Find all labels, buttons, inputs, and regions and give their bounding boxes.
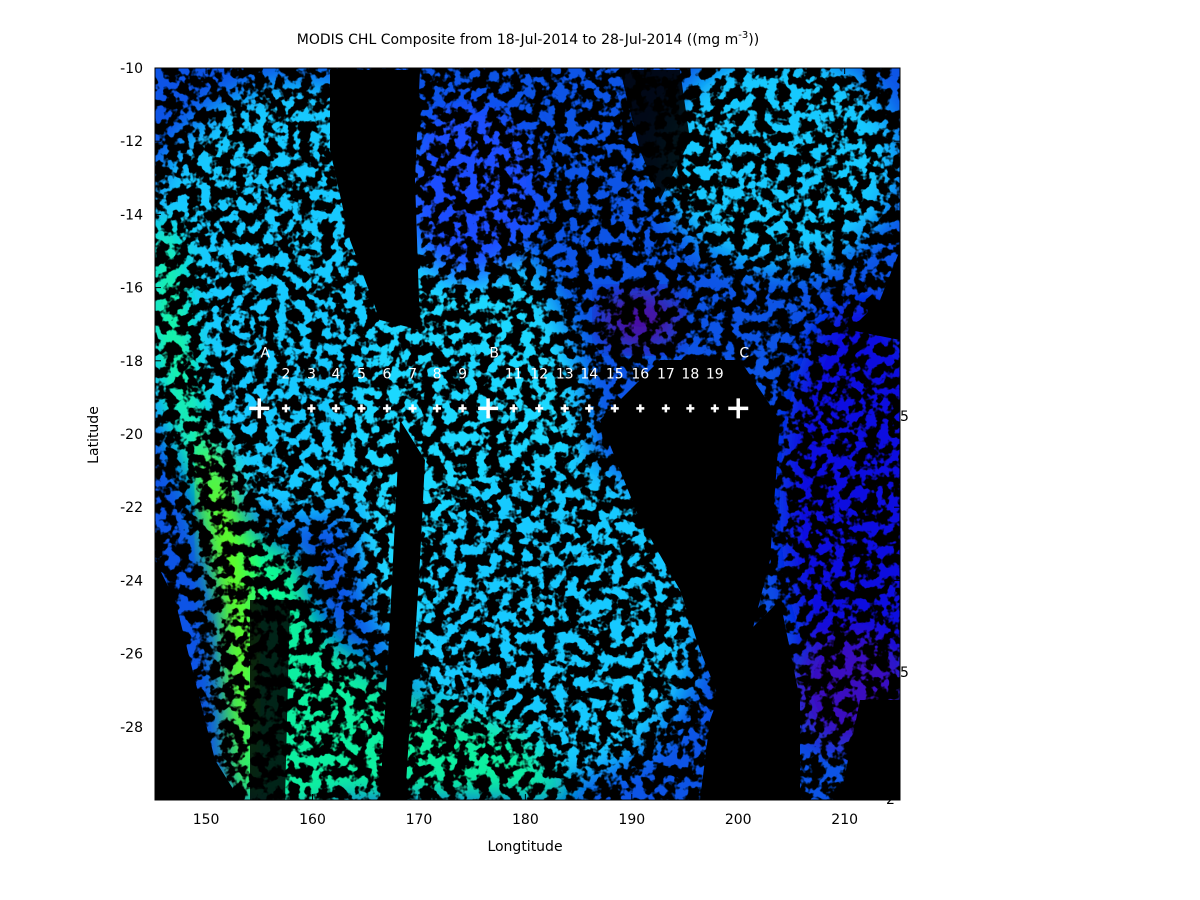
- station-label: 3: [307, 366, 316, 382]
- x-tick-label: 170: [406, 812, 433, 828]
- station-label: 18: [681, 366, 699, 382]
- y-tick-label: -28: [120, 720, 143, 736]
- station-label: 11: [505, 366, 523, 382]
- y-tick-label: -12: [120, 134, 143, 150]
- y-tick-label: -10: [120, 61, 143, 77]
- y-tick-label: -24: [120, 573, 143, 589]
- station-label: 14: [580, 366, 598, 382]
- chl-composite-figure: MODIS CHL Composite from 18-Jul-2014 to …: [86, 30, 909, 855]
- station-label: 5: [357, 366, 366, 382]
- y-tick-label: -14: [120, 207, 143, 223]
- station-label: 7: [408, 366, 417, 382]
- station-label: 6: [383, 366, 392, 382]
- station-label: 16: [631, 366, 649, 382]
- x-tick-label: 200: [725, 812, 752, 828]
- y-tick-label: -20: [120, 427, 143, 443]
- station-label: 19: [706, 366, 724, 382]
- colorbar-label: 2: [886, 792, 895, 808]
- station-label: 4: [331, 366, 340, 382]
- y-tick-label: -26: [120, 647, 143, 663]
- station-label: 15: [606, 366, 624, 382]
- x-tick-label: 160: [299, 812, 326, 828]
- major-station-label: A: [261, 345, 271, 361]
- chart-title: MODIS CHL Composite from 18-Jul-2014 to …: [297, 30, 759, 48]
- major-station-label: B: [489, 345, 499, 361]
- major-station-label: C: [739, 345, 749, 361]
- map-plot-area: [155, 68, 900, 800]
- y-tick-label: -22: [120, 500, 143, 516]
- y-axis-title: Latitude: [86, 406, 102, 464]
- station-label: 13: [556, 366, 574, 382]
- station-label: 12: [530, 366, 548, 382]
- x-tick-label: 180: [512, 812, 539, 828]
- station-label: 9: [458, 366, 467, 382]
- y-tick-label: -16: [120, 281, 143, 297]
- station-label: 2: [281, 366, 290, 382]
- station-label: 8: [433, 366, 442, 382]
- y-tick-label: -18: [120, 354, 143, 370]
- x-tick-label: 190: [618, 812, 645, 828]
- x-axis-title: Longtitude: [487, 839, 562, 855]
- station-label: 17: [657, 366, 675, 382]
- x-tick-label: 210: [831, 812, 858, 828]
- colorbar-label: 5: [900, 665, 909, 681]
- x-tick-label: 150: [193, 812, 220, 828]
- colorbar-label: 5: [900, 409, 909, 425]
